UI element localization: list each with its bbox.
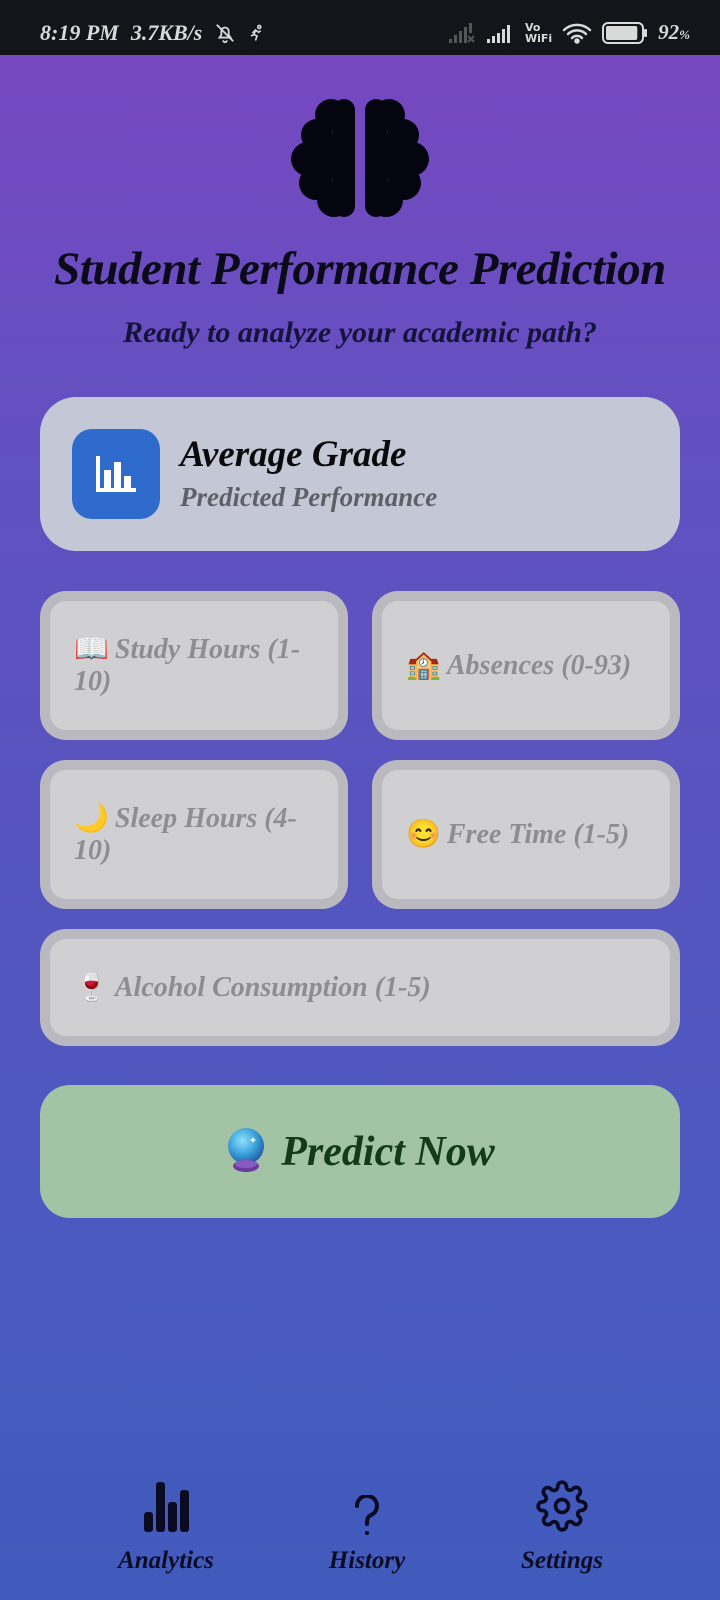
vowifi-label: Vo WiFi	[524, 20, 553, 45]
bar-chart-icon	[72, 429, 160, 519]
signal-none-icon	[448, 22, 477, 43]
predict-now-label: Predict Now	[281, 1128, 495, 1175]
nav-settings[interactable]: Settings	[482, 1455, 642, 1600]
study-hours-field[interactable]: 📖 Study Hours (1-10)	[40, 591, 348, 740]
crystal-ball-icon	[225, 1127, 267, 1177]
alcohol-consumption-input[interactable]: 🍷 Alcohol Consumption (1-5)	[50, 939, 670, 1036]
sleep-hours-input[interactable]: 🌙 Sleep Hours (4-10)	[50, 770, 338, 899]
free-time-input[interactable]: 😊 Free Time (1-5)	[382, 770, 670, 899]
smile-icon: 😊	[406, 818, 441, 850]
moon-icon: 🌙	[74, 802, 109, 834]
nav-analytics-label: Analytics	[118, 1547, 214, 1574]
status-net-speed: 3.7KB/s	[130, 20, 203, 45]
status-bar: 8:19 PM 3.7KB/s Vo WiFi 92%	[0, 0, 720, 55]
free-time-placeholder: Free Time (1-5)	[446, 818, 630, 850]
signal-icon	[486, 23, 515, 43]
absences-input[interactable]: 🏫 Absences (0-93)	[382, 601, 670, 730]
average-grade-title: Average Grade	[180, 434, 407, 475]
absences-field[interactable]: 🏫 Absences (0-93)	[372, 591, 680, 740]
alcohol-consumption-field[interactable]: 🍷 Alcohol Consumption (1-5)	[40, 929, 680, 1046]
wine-glass-icon: 🍷	[74, 971, 109, 1003]
bar-chart-icon	[142, 1480, 190, 1538]
battery-percent: 92%	[658, 20, 690, 44]
nav-history[interactable]: History	[287, 1455, 447, 1600]
nav-history-label: History	[328, 1547, 406, 1574]
book-icon: 📖	[74, 633, 109, 665]
alcohol-consumption-placeholder: Alcohol Consumption (1-5)	[114, 971, 431, 1003]
bell-off-icon	[214, 22, 236, 44]
predict-now-button[interactable]: Predict Now	[40, 1085, 680, 1218]
activity-icon	[248, 24, 266, 42]
app-subtitle: Ready to analyze your academic path?	[122, 316, 598, 349]
sleep-hours-field[interactable]: 🌙 Sleep Hours (4-10)	[40, 760, 348, 909]
gear-icon	[536, 1480, 588, 1536]
average-grade-card: Average Grade Predicted Performance	[40, 397, 680, 551]
brain-icon	[291, 97, 429, 219]
status-time: 8:19 PM	[40, 20, 119, 45]
wifi-icon	[562, 22, 592, 44]
free-time-field[interactable]: 😊 Free Time (1-5)	[372, 760, 680, 909]
absences-placeholder: Absences (0-93)	[446, 649, 632, 681]
battery-icon	[602, 21, 648, 44]
question-mark-icon	[354, 1493, 380, 1541]
average-grade-subtitle: Predicted Performance	[180, 482, 438, 512]
study-hours-input[interactable]: 📖 Study Hours (1-10)	[50, 601, 338, 730]
nav-analytics[interactable]: Analytics	[86, 1455, 246, 1600]
bottom-navigation: Analytics History Settings	[0, 1455, 720, 1600]
school-icon: 🏫	[406, 649, 441, 681]
nav-settings-label: Settings	[521, 1547, 603, 1574]
app-title: Student Performance Prediction	[54, 243, 666, 295]
